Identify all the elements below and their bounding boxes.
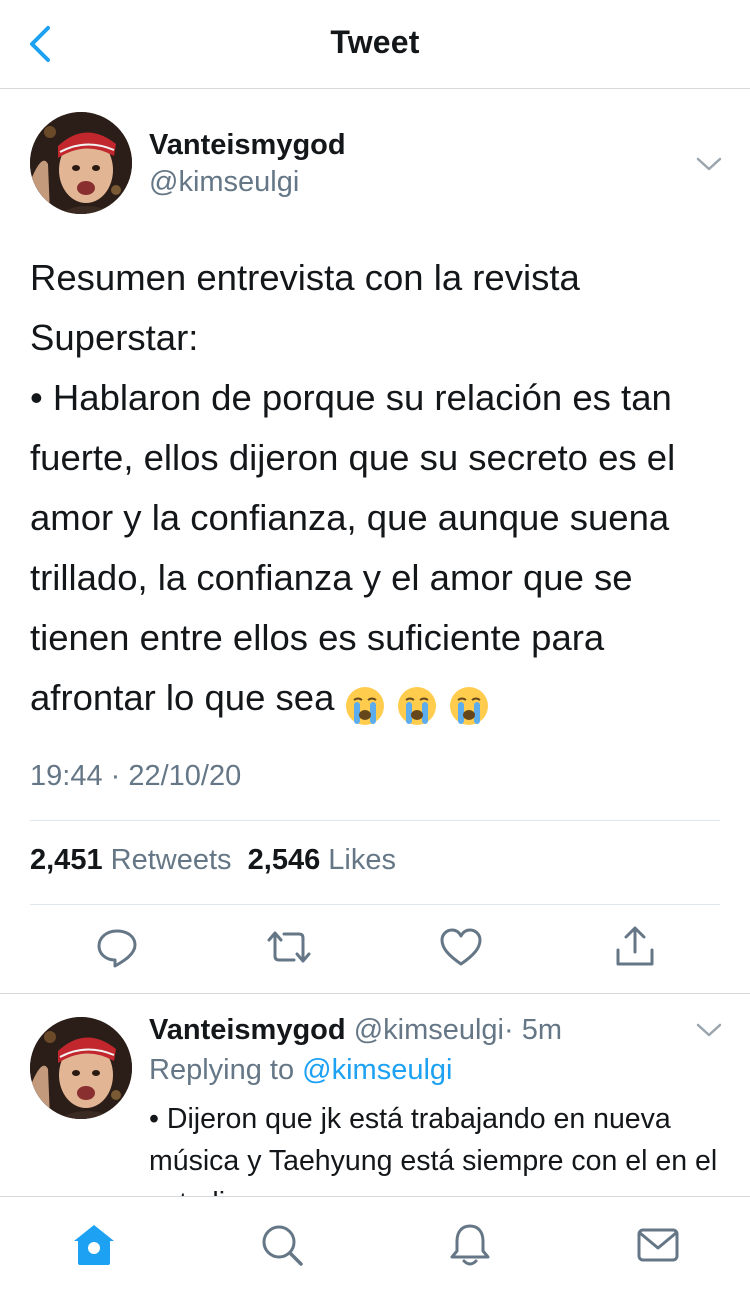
likes-count[interactable]: 2,546 [248, 844, 321, 876]
chevron-down-icon[interactable] [694, 154, 724, 174]
section-divider [0, 993, 750, 994]
share-icon[interactable] [612, 924, 658, 970]
divider [30, 904, 720, 905]
reply-icon[interactable] [94, 924, 140, 970]
reply-author-handle[interactable]: @kimseulgi [354, 1014, 504, 1046]
reply-age: · 5m [504, 1014, 562, 1046]
bottom-tab-bar [0, 1196, 750, 1295]
loudly-crying-face-emoji [398, 687, 437, 726]
likes-label[interactable]: Likes [328, 844, 396, 876]
retweets-count[interactable]: 2,451 [30, 844, 103, 876]
loudly-crying-face-emoji [346, 687, 385, 726]
tweet-timestamp[interactable]: 19:44 · 22/10/20 [30, 760, 241, 793]
tweet-text-bullet-body: • Hablaron de porque su relación es tan … [30, 377, 676, 718]
messages-icon[interactable] [634, 1221, 682, 1269]
top-bar: Tweet [0, 0, 750, 89]
reply-author-avatar[interactable] [30, 1017, 132, 1119]
replying-to-line: Replying to @kimseulgi [149, 1054, 452, 1087]
loudly-crying-face-emoji [450, 687, 489, 726]
notifications-icon[interactable] [446, 1221, 494, 1269]
author-handle[interactable]: @kimseulgi [149, 166, 299, 199]
author-name[interactable]: Vanteismygod [149, 129, 346, 162]
retweet-icon[interactable] [266, 924, 312, 970]
page-title: Tweet [330, 24, 420, 60]
divider [30, 820, 720, 821]
retweets-label[interactable]: Retweets [111, 844, 232, 876]
replying-to-prefix: Replying to [149, 1054, 295, 1086]
author-avatar[interactable] [30, 112, 132, 214]
search-icon[interactable] [258, 1221, 306, 1269]
tweet-text: Resumen entrevista con la revista Supers… [30, 248, 720, 734]
emoji-group [334, 674, 490, 734]
replying-to-link[interactable]: @kimseulgi [302, 1054, 452, 1086]
reply-header: Vanteismygod @kimseulgi· 5m [149, 1014, 562, 1047]
reply-author-name[interactable]: Vanteismygod [149, 1014, 346, 1046]
like-icon[interactable] [438, 924, 484, 970]
tweet-text-bullet: • Hablaron de porque su relación es tan … [30, 368, 720, 734]
engagement-stats: 2,451 Retweets 2,546 Likes [30, 844, 396, 877]
tweet-text-intro: Resumen entrevista con la revista Supers… [30, 257, 580, 358]
chevron-down-icon[interactable] [694, 1020, 724, 1040]
home-icon[interactable] [70, 1221, 118, 1269]
